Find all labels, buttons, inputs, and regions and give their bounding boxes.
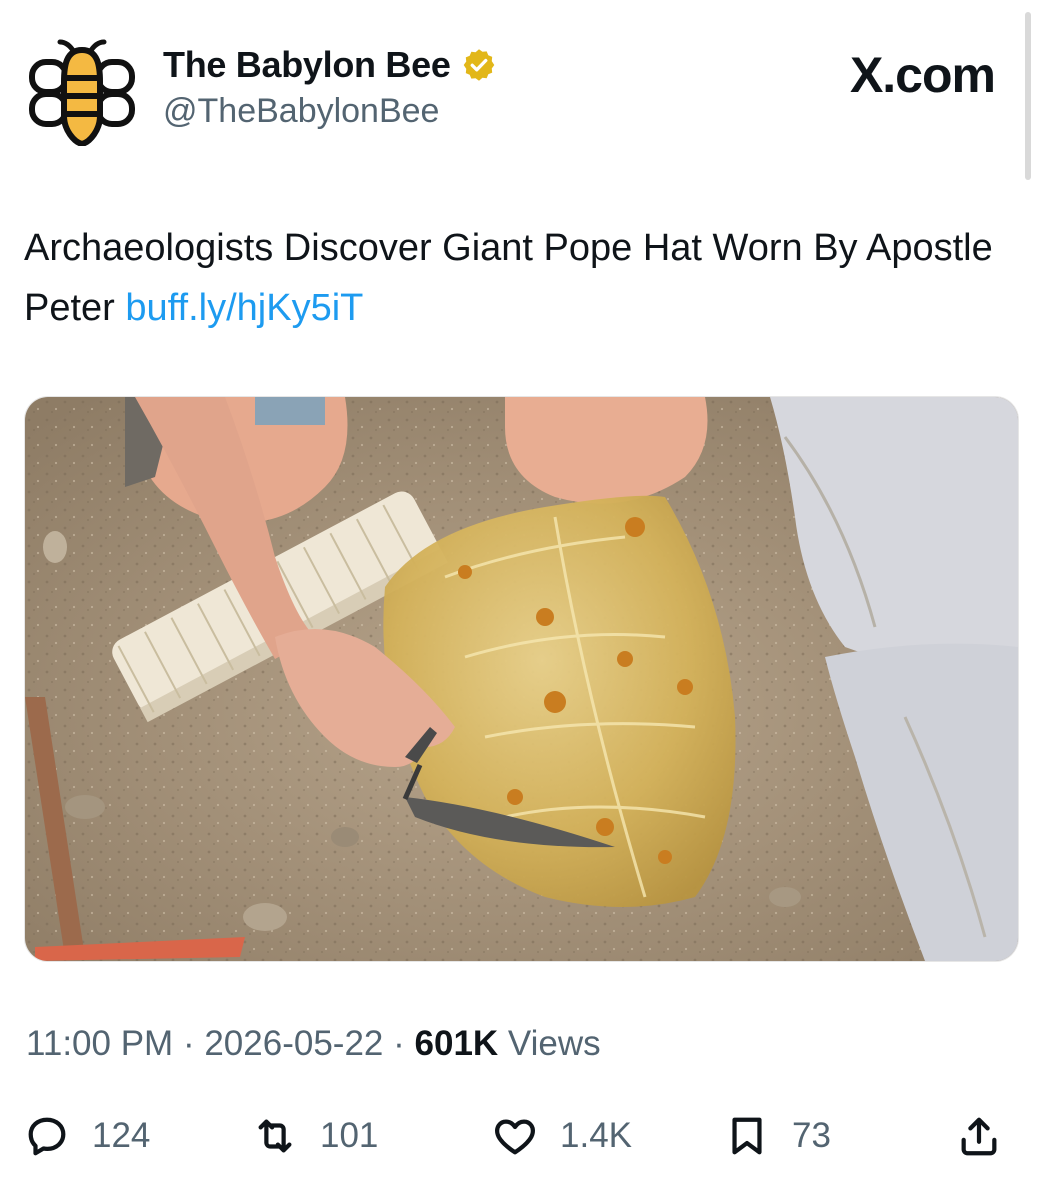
display-name[interactable]: The Babylon Bee xyxy=(163,44,451,86)
like-count: 1.4K xyxy=(560,1116,632,1155)
bookmark-count: 73 xyxy=(792,1116,831,1155)
meta-separator: · xyxy=(393,1024,405,1063)
reply-button[interactable]: 124 xyxy=(24,1106,150,1166)
repost-count: 101 xyxy=(320,1116,379,1155)
tweet-link[interactable]: buff.ly/hjKy5iT xyxy=(125,287,363,329)
tweet-header: The Babylon Bee @TheBabylonBee X.com xyxy=(28,38,1013,148)
bee-logo-icon[interactable] xyxy=(28,38,136,148)
tweet-date[interactable]: 2026-05-22 xyxy=(204,1024,383,1063)
tweet-text: Archaeologists Discover Giant Pope Hat W… xyxy=(24,218,1019,338)
scrollbar[interactable] xyxy=(1025,12,1031,180)
reply-count: 124 xyxy=(92,1116,151,1155)
account-handle[interactable]: @TheBabylonBee xyxy=(163,92,497,131)
share-icon xyxy=(961,1117,997,1156)
views-label: Views xyxy=(507,1024,601,1063)
repost-icon xyxy=(258,1119,292,1153)
bookmark-button[interactable]: 73 xyxy=(724,1106,831,1166)
tweet-image[interactable] xyxy=(24,396,1019,962)
repost-button[interactable]: 101 xyxy=(252,1106,378,1166)
reply-icon xyxy=(28,1117,66,1156)
tweet-time[interactable]: 11:00 PM xyxy=(26,1024,173,1063)
x-logo-label: X.com xyxy=(849,47,996,103)
like-button[interactable]: 1.4K xyxy=(492,1106,632,1166)
share-button[interactable] xyxy=(956,1106,1002,1166)
views-count: 601K xyxy=(414,1024,499,1063)
photo-archaeology-dig xyxy=(25,397,1018,961)
verified-badge-icon xyxy=(461,47,497,83)
bookmark-icon xyxy=(732,1117,762,1155)
meta-separator: · xyxy=(182,1024,195,1063)
tweet-actions: 124 101 1.4K 73 xyxy=(24,1106,1014,1166)
tweet-meta: 11:00 PM · 2026-05-22 · 601K Views xyxy=(26,1024,601,1064)
account-info[interactable]: The Babylon Bee @TheBabylonBee xyxy=(163,44,497,131)
heart-icon xyxy=(495,1119,535,1155)
